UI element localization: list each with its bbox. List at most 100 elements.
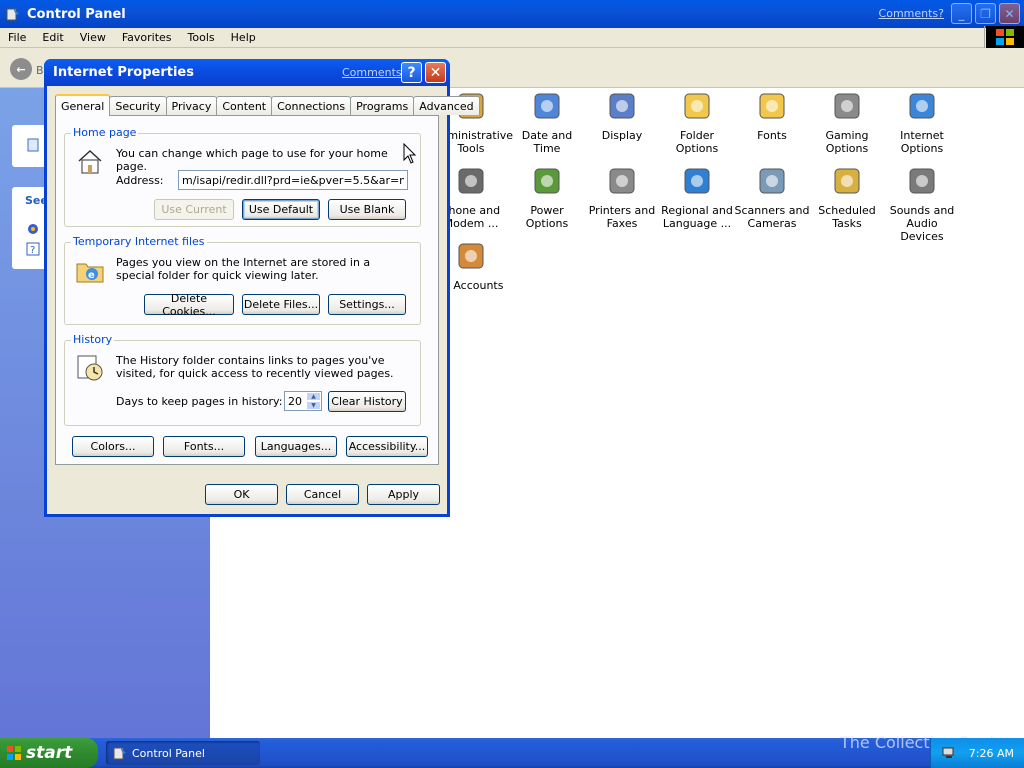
start-label: start (26, 743, 73, 763)
clear-history-button[interactable]: Clear History (328, 391, 406, 412)
home-page-icon (78, 149, 102, 174)
sounds-icon (909, 168, 935, 194)
control-panel-item[interactable]: Gaming Options (809, 90, 885, 155)
menu-tools[interactable]: Tools (180, 31, 223, 44)
use-default-button[interactable]: Use Default (242, 199, 320, 220)
tab-strip: General Security Privacy Content Connect… (55, 94, 480, 116)
control-panel-item[interactable]: Folder Options (659, 90, 735, 155)
window-title: Control Panel (27, 6, 126, 22)
menu-help[interactable]: Help (223, 31, 264, 44)
control-panel-item[interactable]: Fonts (734, 90, 810, 142)
fonts-icon (759, 93, 785, 119)
tab-advanced[interactable]: Advanced (413, 96, 480, 115)
tab-security[interactable]: Security (109, 96, 167, 115)
ok-button[interactable]: OK (205, 484, 278, 505)
dialog-comments-link[interactable]: Comments? (342, 66, 407, 79)
windows-update-icon[interactable] (26, 222, 40, 236)
windows-flag-icon (996, 29, 1014, 45)
control-panel-item[interactable]: Printers and Faxes (584, 165, 660, 230)
colors-button[interactable]: Colors... (72, 436, 154, 457)
temp-files-label: Temporary Internet files (71, 235, 207, 248)
tab-privacy[interactable]: Privacy (165, 96, 218, 115)
svg-text:e: e (88, 270, 95, 281)
control-panel-icon (113, 747, 126, 760)
menu-favorites[interactable]: Favorites (114, 31, 180, 44)
taskbar-control-panel-button[interactable]: Control Panel (106, 741, 260, 765)
temp-files-description: Pages you view on the Internet are store… (116, 256, 371, 282)
control-panel-item[interactable]: Scheduled Tasks (809, 165, 885, 230)
settings-button[interactable]: Settings... (328, 294, 406, 315)
back-label: B (36, 64, 44, 77)
comments-link[interactable]: Comments? (879, 7, 944, 20)
help-support-icon[interactable]: ? (26, 242, 40, 256)
home-page-address-input[interactable] (178, 170, 408, 190)
control-panel-item[interactable]: Regional and Language ... (659, 165, 735, 230)
history-days-spinner[interactable]: 20 ▲ ▼ (284, 391, 322, 411)
history-group: History The History folder contains link… (64, 333, 421, 426)
dialog-body: General Security Privacy Content Connect… (47, 86, 480, 514)
dialog-close-button[interactable]: ✕ (425, 62, 446, 83)
accessibility-button[interactable]: Accessibility... (346, 436, 428, 457)
use-blank-button[interactable]: Use Blank (328, 199, 406, 220)
control-panel-item-label: Gaming Options (825, 129, 869, 155)
temp-files-group: Temporary Internet files e Pages you vie… (64, 235, 421, 325)
control-panel-item[interactable]: Scanners and Cameras (734, 165, 810, 230)
address-label: Address: (116, 174, 164, 187)
general-tab-panel: Home page You can change which page to u… (55, 115, 439, 465)
control-panel-item-label: Scheduled Tasks (818, 204, 876, 230)
menu-file[interactable]: File (0, 31, 34, 44)
apply-button[interactable]: Apply (367, 484, 440, 505)
close-button[interactable]: ✕ (999, 3, 1020, 24)
control-panel-item-label: Date and Time (521, 129, 573, 155)
menu-edit[interactable]: Edit (34, 31, 71, 44)
network-icon[interactable] (941, 745, 957, 761)
control-panel-item[interactable]: Display (584, 90, 660, 142)
history-description: The History folder contains links to pag… (116, 354, 394, 380)
back-arrow-icon: ← (16, 62, 26, 76)
use-current-button[interactable]: Use Current (154, 199, 234, 220)
spin-up-icon[interactable]: ▲ (306, 392, 321, 401)
menu-bar: File Edit View Favorites Tools Help (0, 28, 1024, 48)
back-button[interactable]: ← (10, 58, 32, 80)
control-panel-item[interactable]: Date and Time (509, 90, 585, 155)
control-panel-item[interactable]: Sounds and Audio Devices (884, 165, 960, 243)
tab-content[interactable]: Content (216, 96, 273, 115)
taskbar-button-label: Control Panel (132, 746, 205, 760)
maximize-button[interactable]: ❐ (975, 3, 996, 24)
tab-general[interactable]: General (55, 94, 111, 116)
start-button[interactable]: start (0, 738, 98, 768)
spin-down-icon[interactable]: ▼ (306, 401, 321, 410)
control-panel-icon (6, 8, 19, 21)
windows-flag-icon (7, 746, 21, 760)
control-panel-item-label: Display (601, 129, 643, 142)
system-tray: 7:26 AM (930, 738, 1024, 768)
user-accounts-icon (458, 243, 484, 269)
control-panel-item[interactable]: Internet Options (884, 90, 960, 155)
control-panel-item-label: Scanners and Cameras (734, 204, 810, 230)
control-panel-item-label: Printers and Faxes (588, 204, 656, 230)
regional-icon (684, 168, 710, 194)
home-page-label: Home page (71, 126, 139, 139)
power-options-icon (534, 168, 560, 194)
control-panel-item-label: Power Options (525, 204, 569, 230)
tab-connections[interactable]: Connections (271, 96, 352, 115)
temp-files-folder-icon: e (76, 263, 104, 283)
control-panel-item[interactable]: Power Options (509, 165, 585, 230)
tab-programs[interactable]: Programs (350, 96, 415, 115)
fonts-button[interactable]: Fonts... (163, 436, 245, 457)
clock[interactable]: 7:26 AM (969, 747, 1014, 760)
gaming-options-icon (834, 93, 860, 119)
control-panel-item-label: Internet Options (900, 129, 944, 155)
languages-button[interactable]: Languages... (255, 436, 337, 457)
cancel-button[interactable]: Cancel (286, 484, 359, 505)
menu-view[interactable]: View (72, 31, 114, 44)
delete-cookies-button[interactable]: Delete Cookies... (144, 292, 234, 318)
date-time-icon (534, 93, 560, 119)
delete-files-button[interactable]: Delete Files... (242, 294, 320, 315)
minimize-button[interactable]: _ (951, 3, 972, 24)
switch-view-icon (27, 138, 39, 152)
dialog-help-button[interactable]: ? (401, 62, 422, 83)
folder-options-icon (684, 93, 710, 119)
scanners-icon (759, 168, 785, 194)
control-panel-titlebar: Control Panel Comments? (0, 0, 1024, 28)
